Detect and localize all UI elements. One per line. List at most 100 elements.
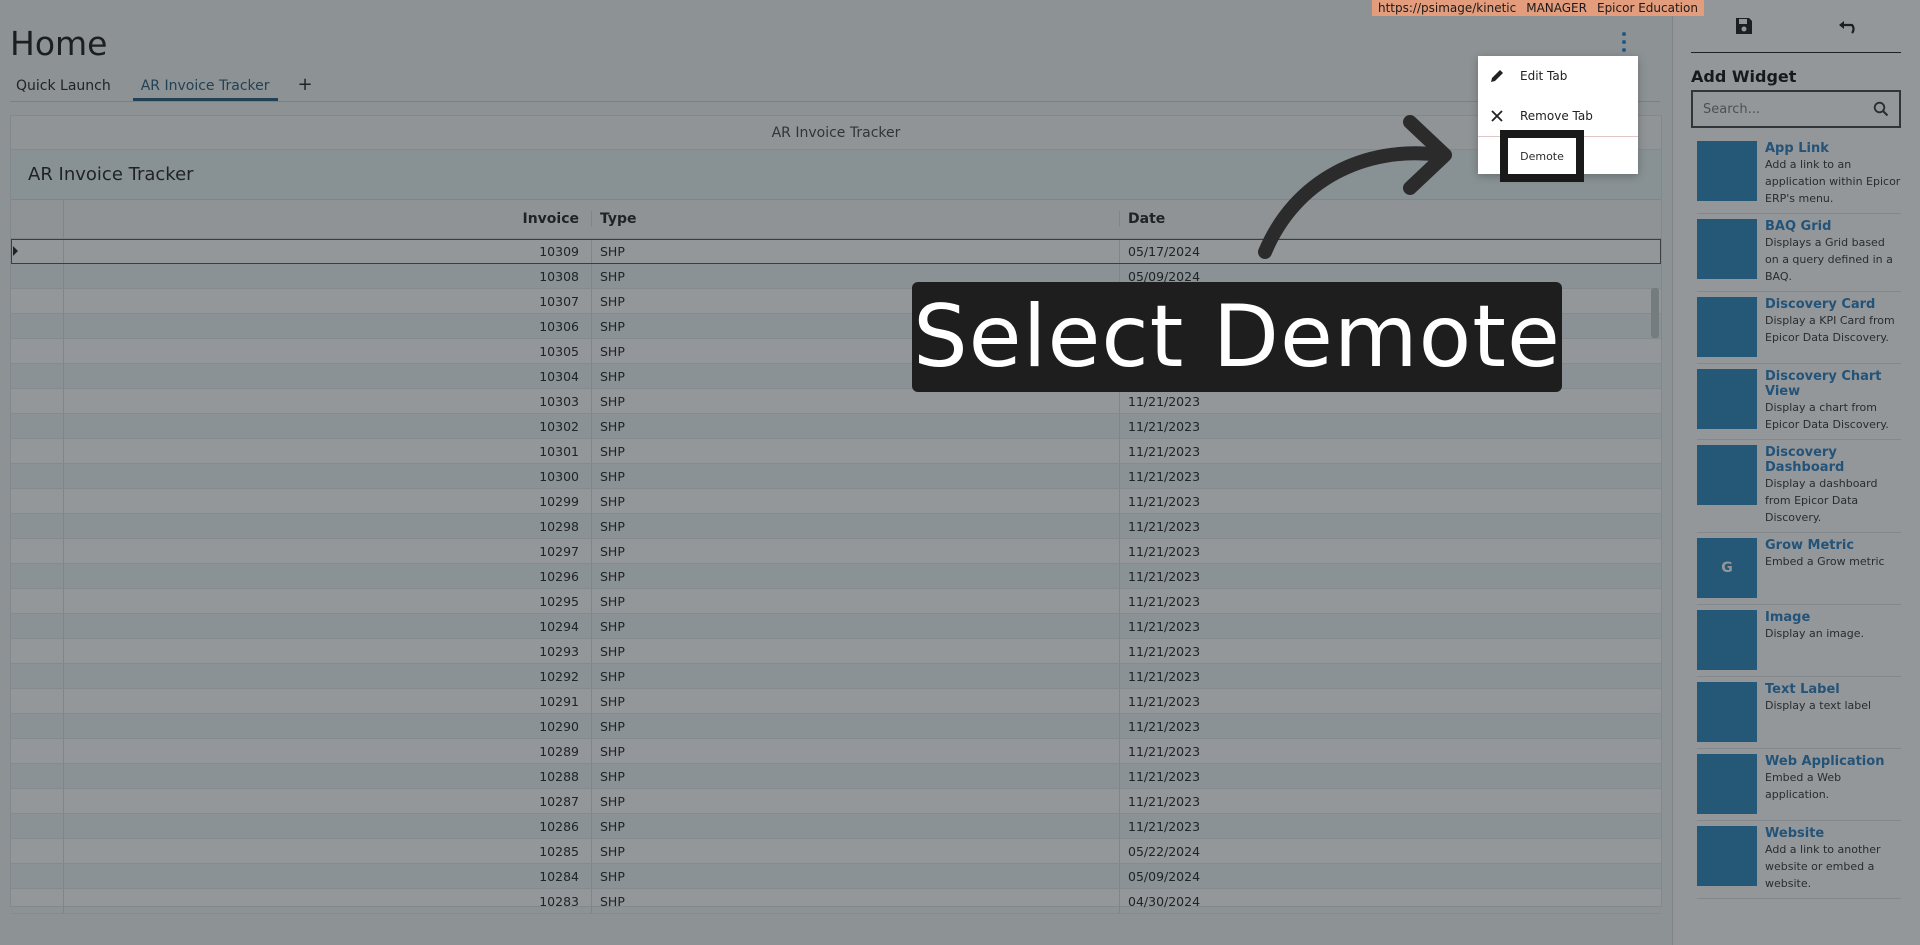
table-row[interactable]: 10303 SHP 11/21/2023	[11, 389, 1661, 414]
table-row[interactable]: 10291 SHP 11/21/2023	[11, 689, 1661, 714]
date-cell: 11/21/2023	[1128, 543, 1201, 559]
menu-item-demote[interactable]: Demote	[1508, 138, 1576, 174]
widget-name: App Link	[1765, 141, 1829, 156]
widget-thumbnail-icon	[1697, 141, 1757, 201]
widget-name: Discovery Chart View	[1765, 369, 1882, 399]
pointer-arrow-icon	[1258, 115, 1452, 259]
table-row[interactable]: 10292 SHP 11/21/2023	[11, 664, 1661, 689]
row-selector[interactable]	[11, 889, 64, 913]
date-cell: 11/21/2023	[1128, 793, 1201, 809]
widget-list-item[interactable]: App Link Add a link to an application wit…	[1697, 136, 1901, 214]
row-selector[interactable]	[11, 364, 64, 388]
widget-list-item[interactable]: G Grow Metric Embed a Grow metric	[1697, 533, 1901, 605]
column-header-type[interactable]: Type	[592, 211, 1120, 227]
row-selector[interactable]	[11, 814, 64, 838]
undo-icon[interactable]	[1837, 14, 1861, 38]
table-row[interactable]: 10283 SHP 04/30/2024	[11, 889, 1661, 914]
widget-list-item[interactable]: Discovery Chart View Display a chart from…	[1697, 364, 1901, 440]
table-row[interactable]: 10300 SHP 11/21/2023	[11, 464, 1661, 489]
row-selector[interactable]	[11, 564, 64, 588]
table-row[interactable]: 10293 SHP 11/21/2023	[11, 639, 1661, 664]
row-selector[interactable]	[11, 789, 64, 813]
table-row[interactable]: 10297 SHP 11/21/2023	[11, 539, 1661, 564]
row-selector[interactable]	[11, 289, 64, 313]
environment-bar: https://psimage/kinetic MANAGER Epicor E…	[1372, 0, 1704, 16]
row-selector[interactable]	[11, 414, 64, 438]
widget-thumbnail-icon	[1697, 445, 1757, 505]
table-row[interactable]: 10289 SHP 11/21/2023	[11, 739, 1661, 764]
invoice-cell: 10296	[64, 564, 592, 588]
row-selector[interactable]	[11, 514, 64, 538]
invoice-cell: 10297	[64, 539, 592, 563]
table-row[interactable]: 10285 SHP 05/22/2024	[11, 839, 1661, 864]
row-selector[interactable]	[11, 614, 64, 638]
type-cell: SHP	[592, 614, 1120, 638]
row-selector[interactable]	[11, 764, 64, 788]
widget-description: Embed a Web application.	[1765, 771, 1842, 801]
widget-thumbnail-icon	[1697, 682, 1757, 742]
table-row[interactable]: 10288 SHP 11/21/2023	[11, 764, 1661, 789]
invoice-cell: 10309	[64, 239, 592, 263]
row-selector[interactable]	[11, 739, 64, 763]
row-selector[interactable]	[11, 389, 64, 413]
invoice-cell: 10291	[64, 689, 592, 713]
row-selector[interactable]	[11, 689, 64, 713]
widget-description: Display an image.	[1765, 627, 1865, 640]
widget-list-item[interactable]: Image Display an image.	[1697, 605, 1901, 677]
table-row[interactable]: 10287 SHP 11/21/2023	[11, 789, 1661, 814]
row-selector[interactable]	[11, 314, 64, 338]
row-selector[interactable]	[11, 339, 64, 363]
row-selector[interactable]	[11, 864, 64, 888]
widget-description: Add a link to an application within Epic…	[1765, 158, 1901, 205]
invoice-cell: 10299	[64, 489, 592, 513]
widget-list-item[interactable]: Discovery Card Display a KPI Card from Ep…	[1697, 292, 1901, 364]
tab-quick-launch[interactable]: Quick Launch	[8, 74, 119, 101]
widget-list-item[interactable]: Text Label Display a text label	[1697, 677, 1901, 749]
date-cell: 11/21/2023	[1128, 593, 1201, 609]
table-row[interactable]: 10294 SHP 11/21/2023	[11, 614, 1661, 639]
widget-name: Image	[1765, 610, 1811, 625]
table-row[interactable]: 10290 SHP 11/21/2023	[11, 714, 1661, 739]
row-selector[interactable]	[11, 539, 64, 563]
table-row[interactable]: 10284 SHP 05/09/2024	[11, 864, 1661, 889]
table-row[interactable]: 10298 SHP 11/21/2023	[11, 514, 1661, 539]
tab-options-kebab-icon[interactable]	[1616, 32, 1632, 52]
widget-description: Display a dashboard from Epicor Data Dis…	[1765, 477, 1878, 524]
table-row[interactable]: 10302 SHP 11/21/2023	[11, 414, 1661, 439]
invoice-cell: 10295	[64, 589, 592, 613]
column-header-invoice[interactable]: Invoice	[64, 211, 592, 227]
widget-list-item[interactable]: Website Add a link to another website or …	[1697, 821, 1901, 899]
add-tab-button[interactable]: +	[292, 74, 319, 101]
date-cell: 11/21/2023	[1128, 768, 1201, 784]
widget-list-item[interactable]: Web Application Embed a Web application.	[1697, 749, 1901, 821]
row-selector[interactable]	[11, 839, 64, 863]
row-selector-header	[11, 200, 64, 238]
table-row[interactable]: 10286 SHP 11/21/2023	[11, 814, 1661, 839]
row-selector[interactable]	[11, 639, 64, 663]
table-row[interactable]: 10301 SHP 11/21/2023	[11, 439, 1661, 464]
widget-name: Grow Metric	[1765, 538, 1855, 553]
grid-scrollbar[interactable]	[1651, 288, 1659, 338]
row-selector[interactable]	[11, 714, 64, 738]
table-row[interactable]: 10296 SHP 11/21/2023	[11, 564, 1661, 589]
widget-list-item[interactable]: Discovery Dashboard Display a dashboard f…	[1697, 440, 1901, 533]
tab-ar-invoice-tracker[interactable]: AR Invoice Tracker	[132, 74, 278, 101]
row-selector[interactable]	[11, 664, 64, 688]
widget-search-input[interactable]: Search...	[1691, 90, 1901, 128]
row-selector[interactable]	[11, 439, 64, 463]
row-selector[interactable]	[11, 589, 64, 613]
menu-item-edit-tab[interactable]: Edit Tab	[1478, 56, 1638, 96]
table-row[interactable]: 10295 SHP 11/21/2023	[11, 589, 1661, 614]
invoice-cell: 10303	[64, 389, 592, 413]
widget-thumbnail-icon	[1697, 754, 1757, 814]
row-selector[interactable]	[11, 264, 64, 288]
widget-description: Add a link to another website or embed a…	[1765, 843, 1881, 890]
widget-list-item[interactable]: BAQ Grid Displays a Grid based on a query…	[1697, 214, 1901, 292]
table-row[interactable]: 10299 SHP 11/21/2023	[11, 489, 1661, 514]
save-icon[interactable]	[1732, 14, 1756, 38]
row-selector[interactable]	[11, 489, 64, 513]
invoice-cell: 10289	[64, 739, 592, 763]
invoice-cell: 10306	[64, 314, 592, 338]
row-selector[interactable]	[11, 464, 64, 488]
row-selector[interactable]	[11, 239, 64, 263]
